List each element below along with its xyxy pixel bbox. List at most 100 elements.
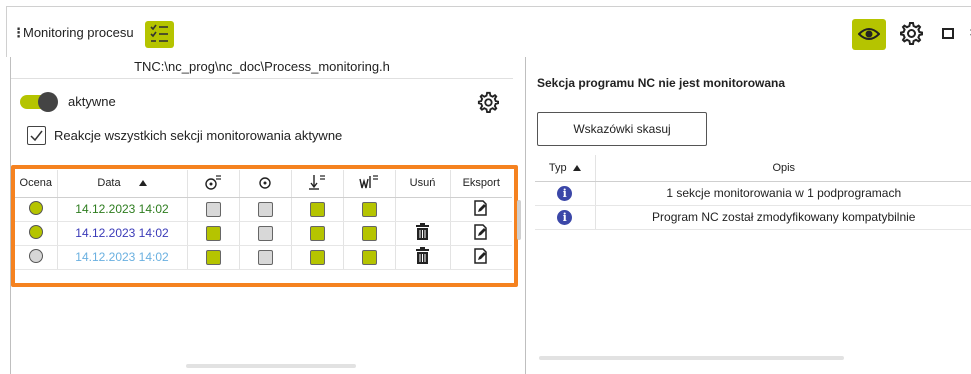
col-feed-limit[interactable]	[291, 170, 344, 198]
col-opis[interactable]: Opis	[595, 155, 971, 182]
rating-indicator	[28, 224, 43, 239]
panel-splitter-handle[interactable]	[517, 200, 521, 240]
status-square	[309, 225, 325, 241]
sort-ascending-icon	[572, 164, 581, 171]
col-ocena[interactable]: Ocena	[15, 170, 58, 198]
cell-export[interactable]	[450, 197, 512, 222]
row-date: 14.12.2023 14:02	[75, 250, 169, 264]
checklist-icon	[150, 24, 168, 42]
status-square	[205, 201, 221, 217]
info-icon: i	[557, 185, 573, 201]
clear-hints-button[interactable]: Wskazówki skasuj	[537, 112, 707, 146]
messages-panel: Sekcja programu NC nie jest monitorowana…	[525, 57, 971, 374]
settings-button[interactable]	[899, 21, 925, 47]
trash-icon[interactable]	[415, 247, 430, 264]
cell-export[interactable]	[450, 221, 512, 246]
row-date: 14.12.2023 14:02	[75, 226, 169, 240]
status-square	[257, 201, 273, 217]
col-data[interactable]: Data	[57, 170, 188, 198]
endpoint-tolerance-icon	[205, 175, 221, 190]
cell-description: Program NC został zmodyfikowany kompatyb…	[595, 205, 971, 230]
gear-icon	[900, 22, 923, 45]
status-header: Sekcja programu NC nie jest monitorowana	[537, 76, 786, 90]
maximize-icon[interactable]	[942, 28, 954, 39]
cell-description: 1 sekcje monitorowania w 1 podprogramach	[595, 181, 971, 206]
messages-header-row: Typ Opis	[535, 155, 971, 182]
gear-icon	[477, 91, 499, 113]
cell-spindle	[239, 221, 292, 246]
cell-endpoint-tolerance	[187, 197, 240, 222]
col-typ[interactable]: Typ	[535, 155, 596, 182]
table-row[interactable]: 14.12.2023 14:02	[15, 221, 512, 246]
cell-type: i	[535, 181, 596, 206]
all-reactions-checkbox[interactable]	[27, 126, 46, 145]
horizontal-scrollbar[interactable]	[186, 364, 356, 368]
export-edit-icon[interactable]	[473, 247, 489, 264]
cell-export[interactable]	[450, 245, 512, 270]
cell-rating	[15, 221, 58, 246]
cell-vibration	[343, 221, 396, 246]
feed-limit-icon	[309, 174, 325, 190]
status-square	[361, 201, 377, 217]
cell-date: 14.12.2023 14:02	[57, 197, 188, 222]
cell-vibration	[343, 197, 396, 222]
cell-feed-limit	[291, 221, 344, 246]
horizontal-scrollbar[interactable]	[539, 356, 844, 360]
export-edit-icon[interactable]	[473, 223, 489, 240]
status-square	[309, 201, 325, 217]
cell-type: i	[535, 205, 596, 230]
active-toggle-label: aktywne	[68, 94, 116, 109]
col-spindle[interactable]	[239, 170, 292, 198]
rating-indicator	[28, 200, 43, 215]
view-toggle-button[interactable]	[852, 19, 886, 50]
sort-ascending-icon	[138, 180, 147, 187]
status-square	[205, 249, 221, 265]
file-path: TNC:\nc_prog\nc_doc\Process_monitoring.h	[11, 57, 513, 79]
table-row[interactable]: 14.12.2023 14:02	[15, 245, 512, 270]
cell-delete[interactable]	[395, 245, 451, 270]
status-square	[361, 249, 377, 265]
cell-rating	[15, 197, 58, 222]
col-usun[interactable]: Usuń	[395, 170, 451, 198]
export-edit-icon[interactable]	[473, 199, 489, 216]
col-endpoint-tolerance[interactable]	[187, 170, 240, 198]
window-titlebar: ⋮ Monitoring procesu ×	[6, 6, 971, 57]
status-square	[257, 225, 273, 241]
eye-icon	[858, 28, 880, 40]
monitoring-table: Ocena Data Usuń Eksport 14.12.2023 14:02…	[15, 170, 512, 270]
spindle-icon	[259, 177, 271, 189]
section-settings-button[interactable]	[477, 91, 499, 113]
all-reactions-label: Reakcje wszystkich sekcji monitorowania …	[54, 128, 343, 143]
status-square	[205, 225, 221, 241]
checkmark-icon	[30, 130, 43, 142]
cell-date: 14.12.2023 14:02	[57, 221, 188, 246]
active-toggle[interactable]	[20, 92, 58, 112]
cell-endpoint-tolerance	[187, 245, 240, 270]
col-vibration[interactable]	[343, 170, 396, 198]
cell-feed-limit	[291, 197, 344, 222]
rating-indicator	[28, 248, 43, 263]
trash-icon[interactable]	[415, 223, 430, 240]
col-eksport[interactable]: Eksport	[450, 170, 512, 198]
info-icon: i	[557, 209, 573, 225]
status-square	[309, 249, 325, 265]
messages-table: Typ Opis i 1 sekcje monitorowania w 1 pod…	[535, 155, 971, 230]
cell-feed-limit	[291, 245, 344, 270]
status-square	[361, 225, 377, 241]
checklist-button[interactable]	[145, 21, 174, 48]
row-date: 14.12.2023 14:02	[75, 202, 169, 216]
toggle-knob	[38, 92, 58, 112]
cell-spindle	[239, 197, 292, 222]
cell-delete[interactable]	[395, 221, 451, 246]
message-row[interactable]: i Program NC został zmodyfikowany kompaty…	[535, 205, 971, 230]
cell-date: 14.12.2023 14:02	[57, 245, 188, 270]
cell-endpoint-tolerance	[187, 221, 240, 246]
table-header-row: Ocena Data Usuń Eksport	[15, 170, 512, 198]
window-title: Monitoring procesu	[23, 25, 134, 40]
cell-vibration	[343, 245, 396, 270]
cell-delete	[395, 197, 451, 222]
message-row[interactable]: i 1 sekcje monitorowania w 1 podprogramac…	[535, 181, 971, 206]
cell-rating	[15, 245, 58, 270]
table-row[interactable]: 14.12.2023 14:02	[15, 197, 512, 222]
cell-spindle	[239, 245, 292, 270]
